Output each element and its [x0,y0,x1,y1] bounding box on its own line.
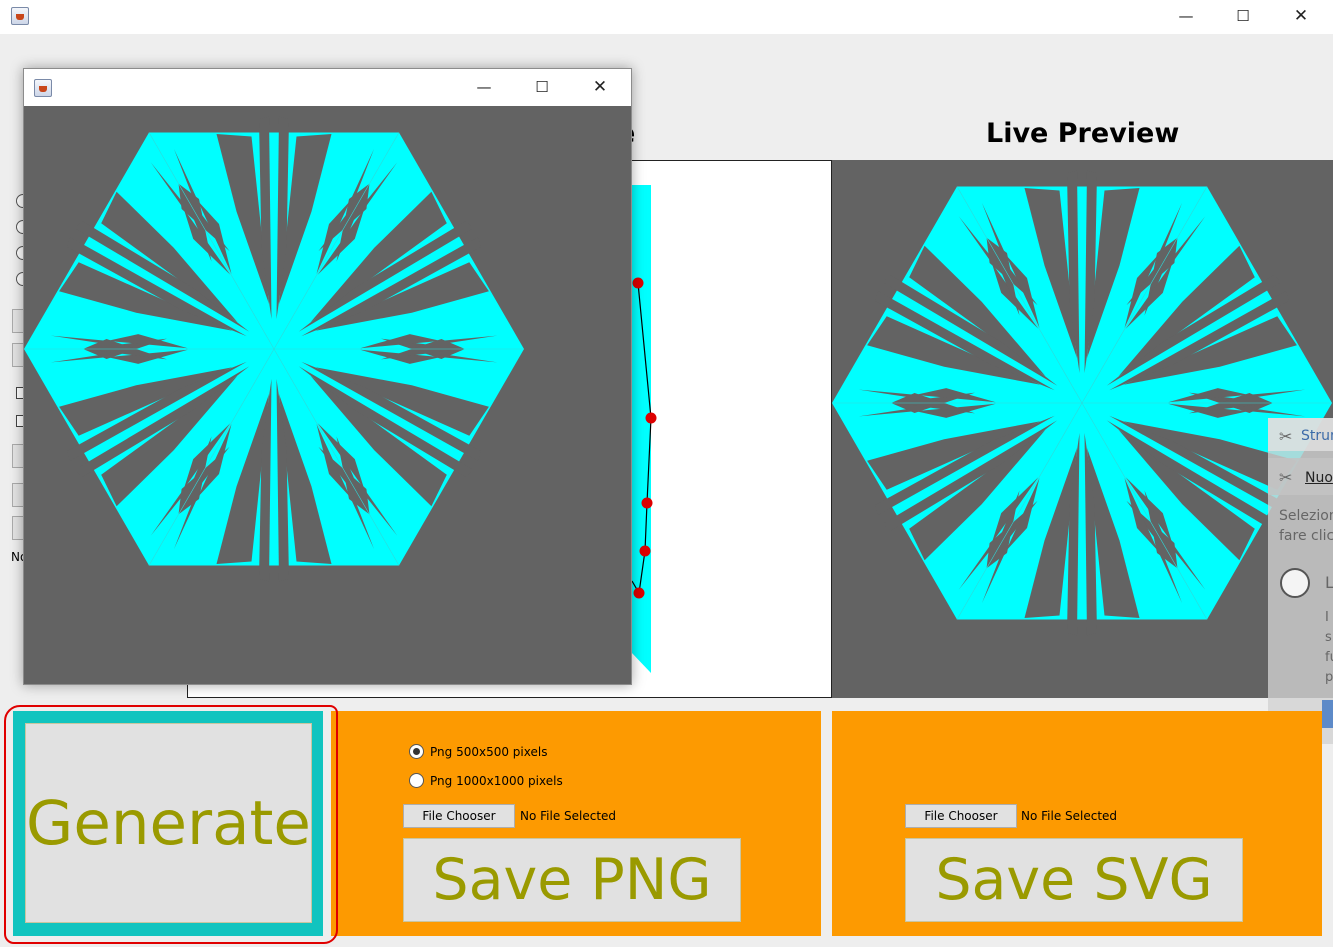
svg-file-status: No File Selected [1021,809,1118,823]
floating-title-bar[interactable]: — ☐ ✕ [24,69,631,106]
close-icon[interactable]: ✕ [1278,0,1324,32]
overlay-scroll-handle[interactable] [1322,700,1333,728]
live-preview-heading: Live Preview [986,118,1180,149]
java-cup-icon [34,79,52,97]
snip-icon: ✂ [1279,468,1293,487]
live-preview-canvas [832,160,1333,698]
control-point[interactable] [641,497,653,509]
snipping-tool-overlay: ✂ Strum ✂ Nuo Selezion fare clic L I s f… [1268,418,1333,744]
overlay-text-fragment-3: fu [1325,650,1333,665]
floating-canvas [24,106,631,684]
overlay-item-1[interactable]: Strum [1301,428,1333,444]
minimize-icon[interactable]: — [1163,0,1209,32]
png-1000-radio[interactable] [409,773,424,788]
main-title-bar: — ☐ ✕ [0,0,1333,34]
png-export-panel: Png 500x500 pixels Png 1000x1000 pixels … [331,711,821,936]
png-file-status: No File Selected [520,809,617,823]
java-cup-icon [11,7,29,25]
overlay-text-fragment-4: p [1325,670,1333,685]
png-500-option[interactable]: Png 500x500 pixels [409,744,547,759]
floating-preview-window[interactable]: — ☐ ✕ [23,68,632,685]
mountain-icon [1280,568,1310,598]
maximize-icon[interactable]: ☐ [519,71,565,103]
overlay-heading-initial: L [1325,573,1333,592]
maximize-icon[interactable]: ☐ [1220,0,1266,32]
overlay-desc-line-2: fare clic [1279,528,1333,544]
overlay-desc-line-1: Selezion [1279,508,1333,524]
png-500-radio[interactable] [409,744,424,759]
png-1000-option[interactable]: Png 1000x1000 pixels [409,773,563,788]
control-point[interactable] [645,412,657,424]
highlight-annotation [4,705,338,944]
overlay-text-fragment-1: I [1325,610,1329,625]
svg-export-panel: File Chooser No File Selected Save SVG [832,711,1322,936]
overlay-text-fragment-2: s [1325,630,1332,645]
preview-snowflake [832,170,1332,636]
control-point[interactable] [639,545,651,557]
control-point[interactable] [633,587,645,599]
control-point[interactable] [632,277,644,289]
svg-file-chooser-button[interactable]: File Chooser [905,804,1017,828]
png-file-chooser-button[interactable]: File Chooser [403,804,515,828]
png-1000-label: Png 1000x1000 pixels [430,773,563,788]
minimize-icon[interactable]: — [461,71,507,103]
save-png-button[interactable]: Save PNG [403,838,741,922]
save-svg-button[interactable]: Save SVG [905,838,1243,922]
floating-snowflake [24,116,524,582]
close-icon[interactable]: ✕ [577,71,623,103]
png-500-label: Png 500x500 pixels [430,744,548,759]
overlay-item-2[interactable]: Nuo [1305,470,1333,486]
editor-slice-shape [630,185,651,673]
scissors-icon: ✂ [1279,427,1293,446]
